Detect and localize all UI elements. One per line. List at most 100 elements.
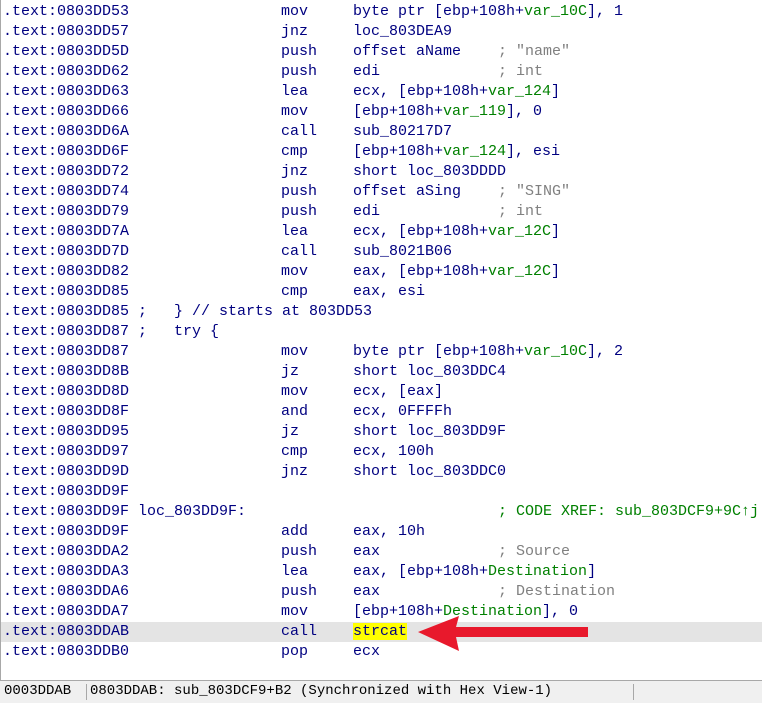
instruction-operand[interactable]: sub_8021B06 [353, 242, 452, 262]
disasm-line[interactable]: .text:0803DD72 jnz short loc_803DDDD [1, 162, 762, 182]
operand-variable[interactable]: var_10C [524, 343, 587, 360]
line-address[interactable]: .text:0803DD62 [3, 62, 129, 82]
line-address[interactable]: .text:0803DD66 [3, 102, 129, 122]
line-address[interactable]: .text:0803DDA7 [3, 602, 129, 622]
disasm-line[interactable]: .text:0803DD9F [1, 482, 762, 502]
disasm-line[interactable]: .text:0803DD62 push edi ; int [1, 62, 762, 82]
disasm-line[interactable]: .text:0803DD7D call sub_8021B06 [1, 242, 762, 262]
operand-variable[interactable]: var_119 [443, 103, 506, 120]
disasm-line[interactable]: .text:0803DD9F loc_803DD9F: ; CODE XREF: s… [1, 502, 762, 522]
disasm-line[interactable]: .text:0803DD87 ; try { [1, 322, 762, 342]
disasm-line[interactable]: .text:0803DDA6 push eax ; Destination [1, 582, 762, 602]
disasm-line[interactable]: .text:0803DD79 push edi ; int [1, 202, 762, 222]
line-address[interactable]: .text:0803DDAB [3, 622, 129, 642]
operand-variable[interactable]: Destination [443, 603, 542, 620]
instruction-operand[interactable]: [ebp+108h+Destination], 0 [353, 602, 578, 622]
line-address[interactable]: .text:0803DD97 [3, 442, 129, 462]
instruction-operand[interactable]: eax, 10h [353, 522, 425, 542]
instruction-operand[interactable]: byte ptr [ebp+108h+var_10C], 1 [353, 2, 623, 22]
line-address[interactable]: .text:0803DD6A [3, 122, 129, 142]
line-address[interactable]: .text:0803DDA2 [3, 542, 129, 562]
disasm-line[interactable]: .text:0803DD82 mov eax, [ebp+108h+var_12C] [1, 262, 762, 282]
instruction-operand[interactable]: eax, esi [353, 282, 425, 302]
disasm-line[interactable]: .text:0803DD5D push offset aName ; "name" [1, 42, 762, 62]
instruction-operand[interactable]: offset aName [353, 42, 461, 62]
instruction-operand[interactable]: short loc_803DDC0 [353, 462, 506, 482]
disassembly-view[interactable]: .text:0803DD53 mov byte ptr [ebp+108h+var_… [0, 0, 762, 680]
line-address[interactable]: .text:0803DD85 [3, 282, 129, 302]
instruction-operand[interactable]: short loc_803DD9F [353, 422, 506, 442]
line-address[interactable]: .text:0803DD87 [3, 322, 129, 342]
disasm-line[interactable]: .text:0803DD9F add eax, 10h [1, 522, 762, 542]
instruction-operand[interactable]: eax [353, 542, 380, 562]
line-address[interactable]: .text:0803DD57 [3, 22, 129, 42]
line-address[interactable]: .text:0803DD85 [3, 302, 129, 322]
line-address[interactable]: .text:0803DD8F [3, 402, 129, 422]
disasm-line[interactable]: .text:0803DDA2 push eax ; Source [1, 542, 762, 562]
line-address[interactable]: .text:0803DD7D [3, 242, 129, 262]
line-address[interactable]: .text:0803DD87 [3, 342, 129, 362]
disasm-line[interactable]: .text:0803DDB0 pop ecx [1, 642, 762, 662]
line-address[interactable]: .text:0803DD82 [3, 262, 129, 282]
disasm-line[interactable]: .text:0803DD6A call sub_80217D7 [1, 122, 762, 142]
instruction-operand[interactable]: ecx, 0FFFFh [353, 402, 452, 422]
operand-variable[interactable]: var_124 [488, 83, 551, 100]
line-address[interactable]: .text:0803DD8D [3, 382, 129, 402]
instruction-operand[interactable]: strcat [353, 622, 408, 642]
instruction-operand[interactable]: edi [353, 202, 380, 222]
disasm-line[interactable]: .text:0803DD8F and ecx, 0FFFFh [1, 402, 762, 422]
disasm-line[interactable]: .text:0803DD74 push offset aSing ; "SING" [1, 182, 762, 202]
instruction-operand[interactable]: byte ptr [ebp+108h+var_10C], 2 [353, 342, 623, 362]
disasm-line[interactable]: .text:0803DDA3 lea eax, [ebp+108h+Destinat… [1, 562, 762, 582]
disasm-line[interactable]: .text:0803DD57 jnz loc_803DEA9 [1, 22, 762, 42]
instruction-operand[interactable]: offset aSing [353, 182, 461, 202]
line-address[interactable]: .text:0803DDA3 [3, 562, 129, 582]
line-address[interactable]: .text:0803DDB0 [3, 642, 129, 662]
line-address[interactable]: .text:0803DD9D [3, 462, 129, 482]
operand-variable[interactable]: var_12C [488, 263, 551, 280]
operand-variable[interactable]: var_124 [443, 143, 506, 160]
instruction-operand[interactable]: ecx, [ebp+108h+var_124] [353, 82, 560, 102]
instruction-operand[interactable]: loc_803DEA9 [353, 22, 452, 42]
line-address[interactable]: .text:0803DDA6 [3, 582, 129, 602]
disasm-line[interactable]: .text:0803DD95 jz short loc_803DD9F [1, 422, 762, 442]
disasm-line[interactable]: .text:0803DD87 mov byte ptr [ebp+108h+var_… [1, 342, 762, 362]
instruction-operand[interactable]: eax [353, 582, 380, 602]
code-xref-comment[interactable]: ; CODE XREF: sub_803DCF9+9C↑j [498, 502, 759, 522]
line-address[interactable]: .text:0803DD72 [3, 162, 129, 182]
strcat-function-name[interactable]: strcat [353, 623, 408, 640]
operand-variable[interactable]: var_10C [524, 3, 587, 20]
line-address[interactable]: .text:0803DD8B [3, 362, 129, 382]
line-address[interactable]: .text:0803DD5D [3, 42, 129, 62]
disasm-line[interactable]: .text:0803DD8D mov ecx, [eax] [1, 382, 762, 402]
instruction-operand[interactable]: eax, [ebp+108h+var_12C] [353, 262, 560, 282]
disasm-line[interactable]: .text:0803DD97 cmp ecx, 100h [1, 442, 762, 462]
line-address[interactable]: .text:0803DD7A [3, 222, 129, 242]
instruction-operand[interactable]: sub_80217D7 [353, 122, 452, 142]
line-address[interactable]: .text:0803DD63 [3, 82, 129, 102]
operand-variable[interactable]: Destination [488, 563, 587, 580]
line-address[interactable]: .text:0803DD6F [3, 142, 129, 162]
disasm-line[interactable]: .text:0803DD63 lea ecx, [ebp+108h+var_124] [1, 82, 762, 102]
line-address[interactable]: .text:0803DD95 [3, 422, 129, 442]
disasm-line[interactable]: .text:0803DD9D jnz short loc_803DDC0 [1, 462, 762, 482]
line-address[interactable]: .text:0803DD74 [3, 182, 129, 202]
disasm-line[interactable]: .text:0803DD7A lea ecx, [ebp+108h+var_12C] [1, 222, 762, 242]
disasm-line[interactable]: .text:0803DD66 mov [ebp+108h+var_119], 0 [1, 102, 762, 122]
disasm-line[interactable]: .text:0803DD6F cmp [ebp+108h+var_124], esi [1, 142, 762, 162]
instruction-operand[interactable]: [ebp+108h+var_124], esi [353, 142, 560, 162]
instruction-operand[interactable]: ecx, [eax] [353, 382, 443, 402]
instruction-operand[interactable]: eax, [ebp+108h+Destination] [353, 562, 596, 582]
disasm-line[interactable]: .text:0803DDA7 mov [ebp+108h+Destination],… [1, 602, 762, 622]
code-label[interactable]: loc_803DD9F: [138, 502, 246, 522]
instruction-operand[interactable]: ecx, 100h [353, 442, 434, 462]
line-address[interactable]: .text:0803DD9F [3, 522, 129, 542]
disasm-line[interactable]: .text:0803DD85 cmp eax, esi [1, 282, 762, 302]
instruction-operand[interactable]: edi [353, 62, 380, 82]
line-address[interactable]: .text:0803DD53 [3, 2, 129, 22]
instruction-operand[interactable]: short loc_803DDDD [353, 162, 506, 182]
instruction-operand[interactable]: short loc_803DDC4 [353, 362, 506, 382]
disasm-line[interactable]: .text:0803DD53 mov byte ptr [ebp+108h+var_… [1, 2, 762, 22]
instruction-operand[interactable]: ecx [353, 642, 380, 662]
operand-variable[interactable]: var_12C [488, 223, 551, 240]
